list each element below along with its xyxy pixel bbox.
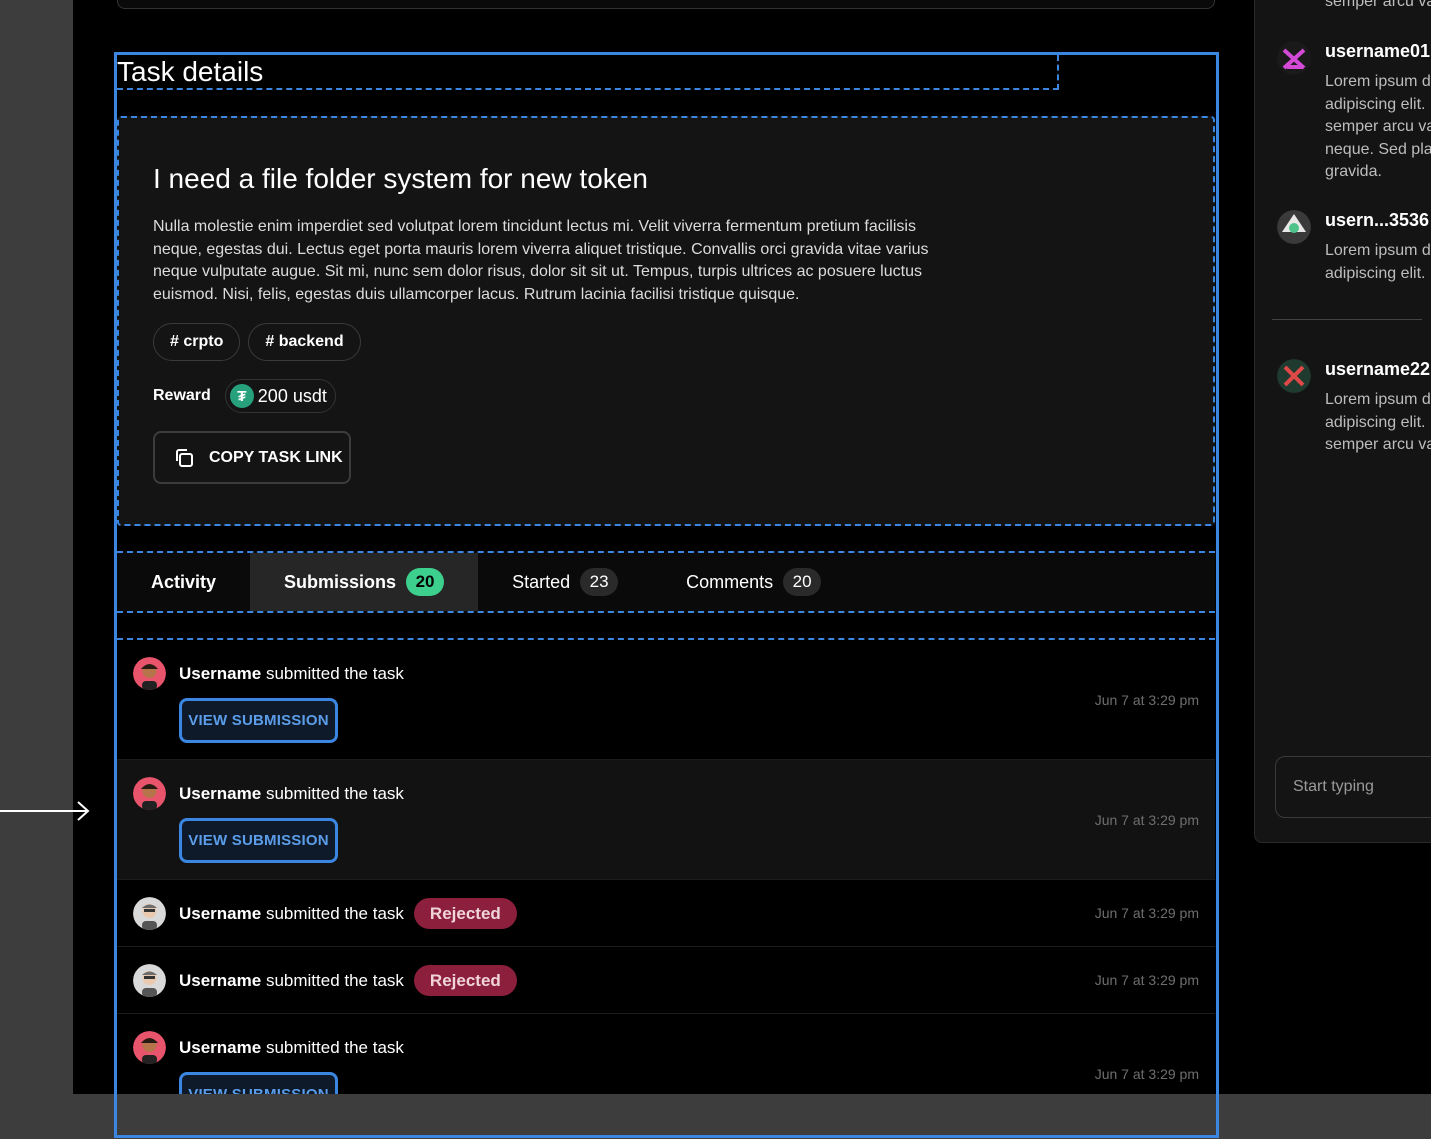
comment-username[interactable]: username01 [1325,41,1430,62]
tag-crypto[interactable]: # crpto [153,323,241,361]
submission-action: submitted the task [265,903,404,923]
comment-line: semper arcu va [1325,436,1431,453]
comment-username[interactable]: username22 [1325,359,1430,380]
started-count-badge: 23 [580,568,619,596]
submission-time: Jun 7 at 3:29 pm [1094,812,1199,828]
comment-text: Lorem ipsum d adipiscing elit. semper ar… [1325,389,1431,457]
comment-line: Lorem ipsum d [1325,242,1431,259]
submission-row: Username submitted the task Rejected Jun… [117,880,1215,947]
submission-text: Username submitted the task [179,664,404,684]
avatar[interactable] [1277,359,1311,393]
comment-divider [1272,319,1422,320]
tab-activity-label: Activity [151,571,217,592]
reward-label: Reward [153,387,211,404]
submission-text: Username submitted the task [179,784,404,804]
submission-action: submitted the task [265,664,404,683]
tab-submissions-label: Submissions [284,571,397,592]
submission-text: Username submitted the task Rejected [179,965,517,996]
copy-task-link-button[interactable]: COPY TASK LINK [153,431,351,484]
submission-row: Username submitted the task Rejected Jun… [117,947,1215,1014]
view-submission-button[interactable]: VIEW SUBMISSION [179,818,338,863]
copy-icon [173,447,195,469]
comment-username[interactable]: usern...3536 [1325,210,1429,231]
submission-time: Jun 7 at 3:29 pm [1094,972,1199,988]
comment-line: gravida. [1325,163,1382,180]
submission-time: Jun 7 at 3:29 pm [1094,1066,1199,1082]
tab-started[interactable]: Started 23 [478,553,652,611]
tab-submissions[interactable]: Submissions 20 [250,553,479,611]
submission-list: Username submitted the task VIEW SUBMISS… [117,640,1215,1094]
avatar[interactable] [133,657,166,690]
comment-input[interactable]: Start typing [1275,756,1431,818]
avatar[interactable] [133,897,166,930]
submissions-count-badge: 20 [406,568,445,596]
reward-pill: ₮ 200 usdt [224,379,336,413]
task-card: I need a file folder system for new toke… [117,116,1215,526]
comments-panel: semper arcu va username01 Lorem ipsum d … [1254,0,1431,843]
comment-line: adipiscing elit. [1325,95,1426,113]
avatar[interactable] [133,777,166,810]
comment-line: Lorem ipsum d [1325,391,1431,408]
comment-line: neque. Sed pla [1325,140,1431,158]
submission-row: Username submitted the task VIEW SUBMISS… [117,640,1215,760]
previous-card [117,0,1215,9]
submission-action: submitted the task [265,970,404,990]
submission-text: Username submitted the task [179,1038,404,1058]
comment-line: adipiscing elit. [1325,264,1426,282]
tag-list: # crpto # backend [153,323,361,361]
submission-time: Jun 7 at 3:29 pm [1094,905,1199,921]
comment-line: semper arcu va [1325,118,1431,135]
reward-value: 200 usdt [257,385,327,406]
submission-action: submitted the task [265,784,404,803]
task-title: I need a file folder system for new toke… [153,163,648,194]
rejected-badge: Rejected [413,965,517,996]
submission-user[interactable]: Username [179,904,261,923]
view-submission-button[interactable]: VIEW SUBMISSION [179,1072,338,1094]
comments-count-badge: 20 [783,568,822,596]
tag-backend[interactable]: # backend [248,323,361,361]
rejected-badge: Rejected [413,898,517,929]
copy-task-link-label: COPY TASK LINK [209,448,343,466]
comment-line: adipiscing elit. [1325,413,1426,431]
tab-started-label: Started [512,571,571,592]
main-canvas: Task details I need a file folder system… [73,0,1431,1094]
usdt-tether-icon: ₮ [229,384,254,408]
submission-user[interactable]: Username [179,971,261,990]
avatar[interactable] [1277,210,1311,244]
submission-row: Username submitted the task VIEW SUBMISS… [117,1014,1215,1094]
arrow-right-icon [0,801,90,821]
submission-user[interactable]: Username [179,1038,261,1057]
view-submission-button[interactable]: VIEW SUBMISSION [179,698,338,743]
submission-user[interactable]: Username [179,664,261,683]
page-title-region: Task details [117,55,1059,90]
comment-text: Lorem ipsum d adipiscing elit. [1325,240,1431,285]
avatar[interactable] [133,964,166,997]
page-title: Task details [117,56,264,87]
submission-action: submitted the task [265,1038,404,1057]
comment-text: Lorem ipsum d adipiscing elit. semper ar… [1325,71,1431,184]
task-description: Nulla molestie enim imperdiet sed volutp… [153,218,929,303]
submission-row: Username submitted the task VIEW SUBMISS… [117,760,1215,880]
reward-row: Reward ₮ 200 usdt [153,379,336,413]
avatar[interactable] [133,1031,166,1064]
comment-line: Lorem ipsum d [1325,73,1431,90]
tab-bar: Activity Submissions 20 Started 23 Comme… [117,551,1215,613]
tab-comments-label: Comments [686,571,774,592]
avatar[interactable] [1277,41,1311,75]
tab-comments[interactable]: Comments 20 [652,553,855,611]
submission-user[interactable]: Username [179,784,261,803]
submission-time: Jun 7 at 3:29 pm [1094,692,1199,708]
comment-snippet: semper arcu va [1325,0,1431,10]
tab-activity[interactable]: Activity [117,553,250,611]
submission-text: Username submitted the task Rejected [179,898,517,929]
